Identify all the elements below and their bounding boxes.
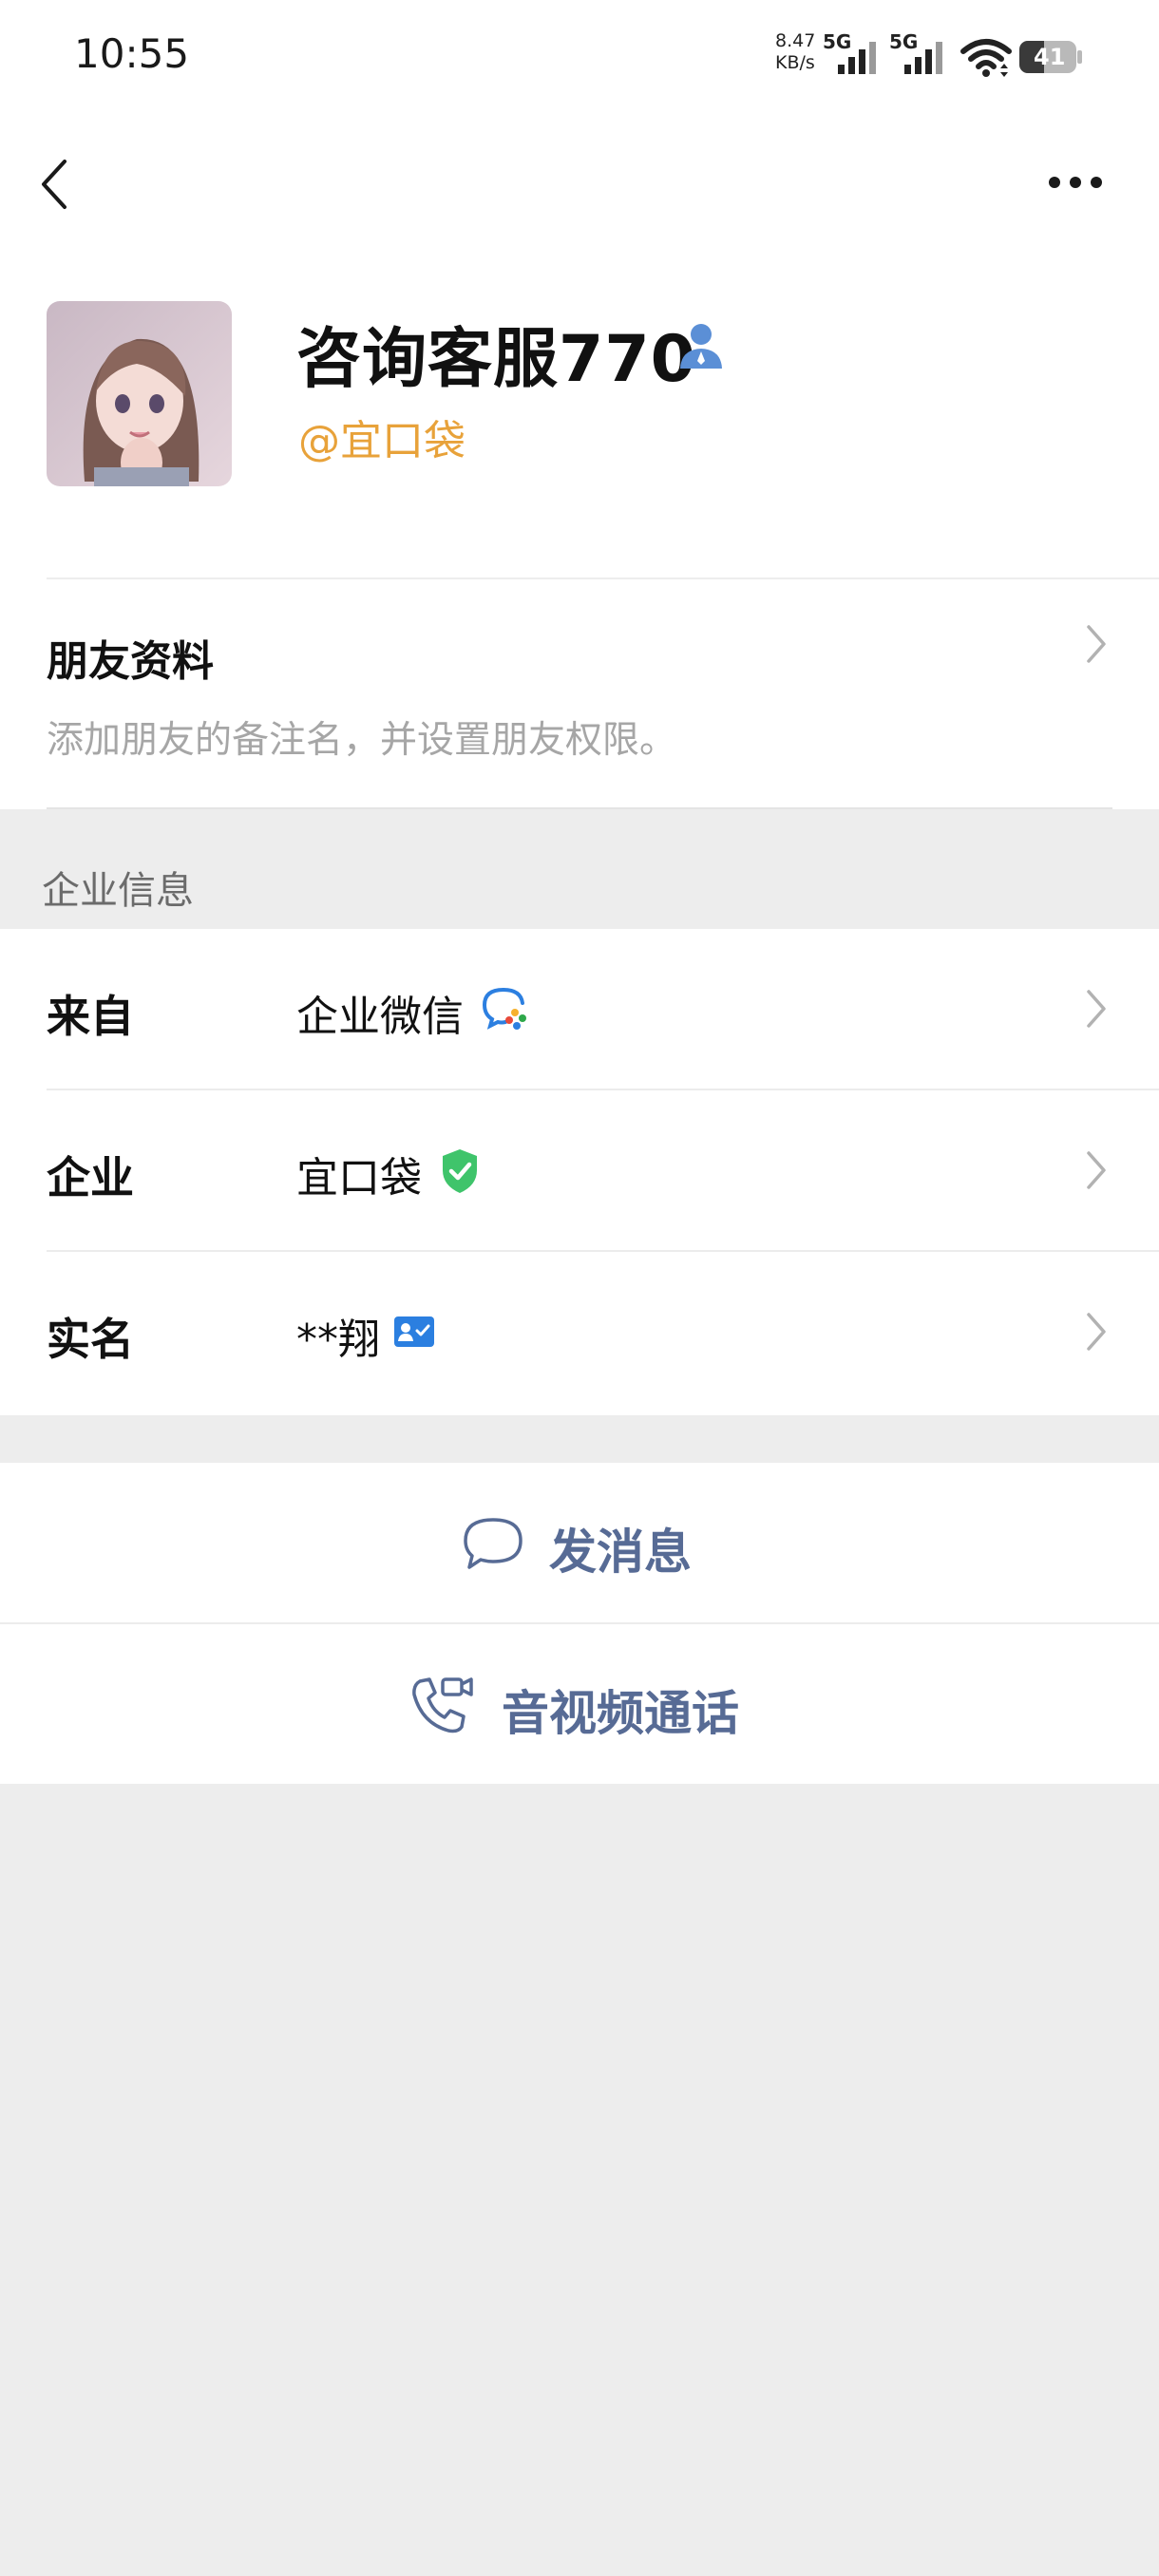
action-list: 发消息 音视频通话: [0, 1463, 1159, 1784]
row-label: 企业: [47, 1152, 134, 1203]
send-message-label: 发消息: [549, 1525, 692, 1580]
verified-shield-icon: [443, 1149, 477, 1193]
status-time: 10:55: [74, 30, 190, 77]
company-tag[interactable]: @宜口袋: [298, 407, 466, 467]
wifi-icon: [960, 39, 1012, 77]
row-value: 宜口袋: [296, 1154, 422, 1203]
enterprise-section-title: 企业信息: [42, 869, 194, 913]
back-arrow-icon[interactable]: [36, 158, 74, 211]
row-value: 企业微信: [296, 993, 464, 1041]
network-speed-unit: KB/s: [775, 52, 815, 73]
send-message-button[interactable]: 发消息: [0, 1463, 1159, 1624]
row-label: 实名: [47, 1314, 134, 1365]
signal-strength-icon: [838, 42, 876, 74]
enterprise-row-source[interactable]: 来自 企业微信: [0, 929, 1159, 1090]
signal-strength-icon: [904, 42, 942, 74]
network-speed: 8.47 KB/s: [775, 30, 815, 74]
chevron-right-icon: [1087, 1151, 1106, 1189]
wecom-icon: [482, 988, 526, 1030]
friend-info-description: 添加朋友的备注名，并设置朋友权限。: [47, 719, 677, 762]
avatar[interactable]: [47, 301, 232, 486]
chevron-right-icon: [1087, 990, 1106, 1028]
contact-name: 咨询客服770: [296, 322, 696, 397]
network-speed-value: 8.47: [775, 30, 816, 51]
enterprise-row-company[interactable]: 企业 宜口袋: [0, 1090, 1159, 1252]
divider: [47, 578, 1159, 579]
video-call-label: 音视频通话: [502, 1686, 739, 1741]
video-call-button[interactable]: 音视频通话: [0, 1624, 1159, 1784]
friend-info-section[interactable]: [0, 578, 1159, 809]
battery-icon: 41: [1018, 40, 1083, 74]
friend-info-title: 朋友资料: [47, 637, 214, 686]
row-label: 来自: [47, 991, 134, 1042]
row-value: **翔: [296, 1316, 380, 1364]
chat-bubble-icon: [464, 1518, 522, 1569]
enterprise-row-real-name[interactable]: 实名 **翔: [0, 1252, 1159, 1413]
battery-level: 41: [1034, 44, 1066, 70]
enterprise-contact-icon: [680, 324, 722, 369]
id-card-icon: [394, 1316, 434, 1347]
more-options-icon[interactable]: [1045, 171, 1106, 194]
chevron-right-icon: [1087, 625, 1106, 663]
chevron-right-icon: [1087, 1313, 1106, 1351]
phone-video-icon: [412, 1677, 473, 1733]
enterprise-info-list: 来自 企业微信 企业 宜口袋 实名 **翔: [0, 929, 1159, 1415]
divider: [47, 807, 1112, 809]
